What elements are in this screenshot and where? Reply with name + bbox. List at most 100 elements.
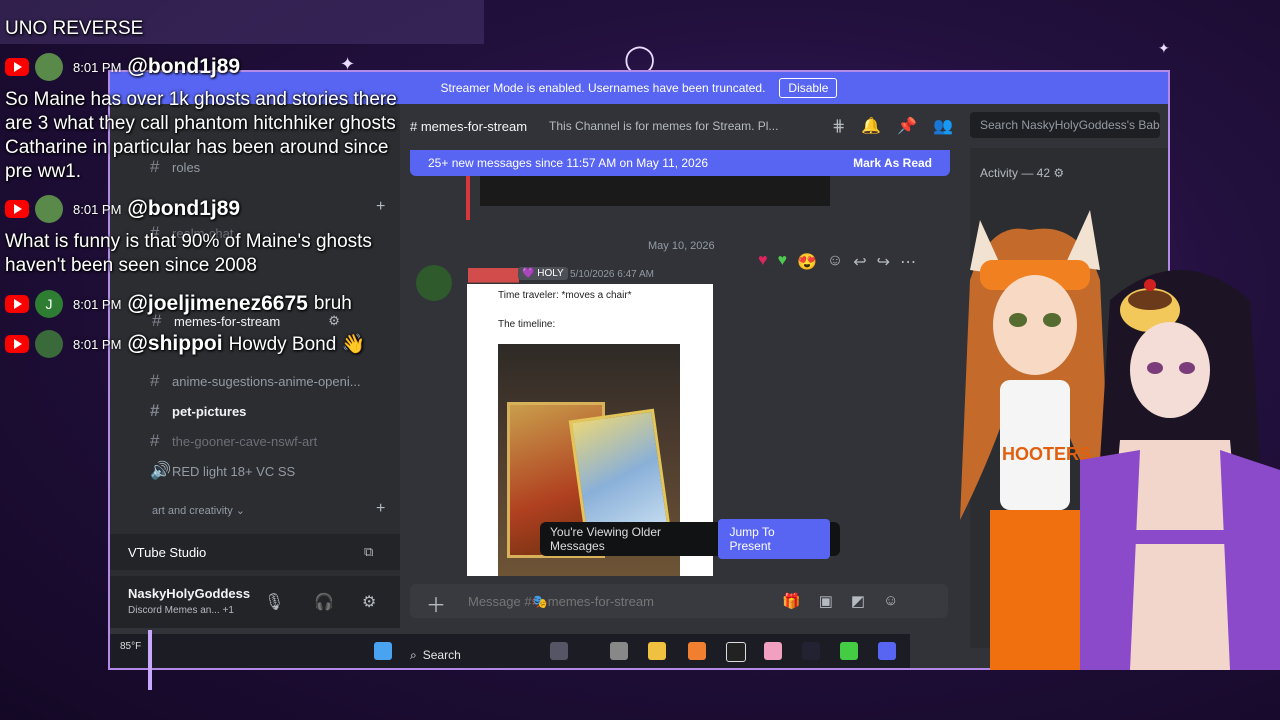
message-input[interactable]: [466, 593, 730, 610]
channel-pet-pictures[interactable]: # pet-pictures: [150, 400, 246, 422]
pin-icon[interactable]: 📌: [897, 116, 917, 136]
app-icon[interactable]: [610, 642, 628, 660]
message-actions: ♥ ♥ 😍 ☺ ↩ ↪ ⋯: [758, 252, 916, 272]
gear-icon[interactable]: ⚙: [362, 592, 376, 612]
add-channel-icon[interactable]: +: [376, 500, 385, 518]
chat-message-line: Catharine in particular has been around …: [5, 137, 389, 158]
add-reaction-icon[interactable]: ☺: [827, 252, 843, 272]
channel-label: pet-pictures: [172, 403, 247, 419]
headphones-icon[interactable]: 🎧: [314, 592, 334, 612]
streamer-mode-text: Streamer Mode is enabled. Usernames have…: [440, 81, 766, 95]
chat-username: @shippoi: [127, 332, 223, 355]
browser-icon[interactable]: [688, 642, 706, 660]
channel-label: the-gooner-cave-nswf-art: [172, 433, 318, 449]
channel-topic: This Channel is for memes for Stream. Pl…: [549, 119, 779, 133]
chat-message-header: 8:01 PM @bond1j89: [5, 195, 241, 223]
avatar: [35, 330, 63, 358]
heart-reaction-icon[interactable]: ♥: [758, 252, 768, 272]
vtube-studio-label: VTube Studio: [128, 544, 207, 560]
folder-icon[interactable]: [648, 642, 666, 660]
taskbar-search-label: Search: [422, 648, 461, 662]
taskbar-search[interactable]: ⌕ Search: [410, 645, 560, 665]
mark-as-read-button[interactable]: Mark As Read: [853, 156, 932, 170]
chat-time: 8:01 PM: [73, 296, 122, 312]
avatar: J: [35, 290, 63, 318]
chrome-icon[interactable]: [726, 642, 746, 662]
jump-to-present-button[interactable]: Jump To Present: [718, 519, 830, 559]
screen-share-icon[interactable]: ⧉: [364, 544, 373, 560]
youtube-icon: [5, 335, 29, 353]
older-messages-bar: You're Viewing Older Messages Jump To Pr…: [540, 519, 840, 559]
avatar: [35, 53, 63, 81]
composer-tools: 🎁 ▣ ◩ ☺: [782, 592, 898, 610]
vtuber-avatar-dark-hair: [1080, 270, 1280, 670]
meme-caption: Time traveler: *moves a chair*: [498, 290, 632, 301]
username: NaskyHolyGoddess: [128, 586, 251, 601]
category-art-and-creativity[interactable]: art and creativity ⌄: [152, 504, 245, 517]
windows-start-icon[interactable]: [374, 642, 392, 660]
gift-icon[interactable]: 🎁: [782, 592, 801, 610]
hash-icon: #: [150, 371, 160, 390]
avatar: [35, 195, 63, 223]
green-heart-reaction-icon[interactable]: ♥: [778, 252, 788, 272]
chat-username: @joeljimenez6675: [127, 292, 308, 315]
status-extra: +1: [222, 605, 234, 616]
reply-icon[interactable]: ↩: [853, 252, 866, 272]
vtube-studio-bar[interactable]: VTube Studio ⧉: [110, 534, 400, 570]
heart-eyes-reaction-icon[interactable]: 😍: [797, 252, 817, 272]
older-messages-text: You're Viewing Older Messages: [550, 525, 662, 553]
weather-widget[interactable]: 85°F: [120, 641, 141, 652]
chat-message-line: are 3 what they call phantom hitchhiker …: [5, 113, 396, 134]
channel-anime-suggestions[interactable]: # anime-sugestions-anime-openi...: [150, 370, 361, 392]
channel-roles[interactable]: # roles: [150, 156, 200, 178]
avatar[interactable]: [416, 265, 452, 301]
new-messages-bar[interactable]: 25+ new messages since 11:57 AM on May 1…: [410, 150, 950, 176]
app-icon[interactable]: [840, 642, 858, 660]
date-divider: May 10, 2026: [648, 240, 715, 252]
plus-icon[interactable]: ＋: [426, 589, 446, 618]
message-timestamp: 5/10/2026 6:47 AM: [570, 269, 654, 280]
voice-channel-red-light[interactable]: 🔊 RED light 18+ VC SS: [150, 460, 295, 482]
discord-icon[interactable]: [878, 642, 896, 660]
meme-caption: The timeline:: [498, 319, 556, 330]
chat-message-line: What is funny is that 90% of Maine's gho…: [5, 231, 372, 252]
bell-icon[interactable]: 🔔: [861, 116, 881, 136]
activity-header: Activity — 42 ⚙: [980, 166, 1065, 180]
app-icon[interactable]: [764, 642, 782, 660]
user-status: Discord Memes an... +1: [128, 605, 234, 616]
members-icon[interactable]: 👥: [933, 116, 953, 136]
chat-message-line: So Maine has over 1k ghosts and stories …: [5, 89, 397, 110]
chat-message-header: 8:01 PM @shippoi Howdy Bond 👋: [5, 330, 365, 358]
app-icon[interactable]: [802, 642, 820, 660]
chat-time: 8:01 PM: [73, 336, 122, 352]
chat-header-text: UNO REVERSE: [5, 18, 144, 39]
threads-icon[interactable]: ⋕: [832, 116, 845, 136]
channel-gooner-cave[interactable]: # the-gooner-cave-nswf-art: [150, 430, 317, 452]
previous-message-accent: [466, 176, 470, 220]
chat-time: 8:01 PM: [73, 201, 122, 217]
forward-icon[interactable]: ↪: [877, 252, 890, 272]
disable-streamer-mode-button[interactable]: Disable: [779, 78, 838, 98]
hash-icon: #: [150, 431, 160, 450]
youtube-icon: [5, 295, 29, 313]
sparkle-icon: ✦: [1158, 40, 1170, 56]
role-badge: 💜 HOLY: [518, 267, 568, 280]
channel-label: roles: [172, 159, 201, 175]
chat-message-line: pre ww1.: [5, 161, 82, 182]
message-author[interactable]: ██████: [468, 268, 519, 282]
gif-icon[interactable]: ▣: [819, 592, 833, 610]
add-channel-icon[interactable]: +: [376, 198, 385, 216]
microphone-icon[interactable]: 🎙: [264, 592, 284, 612]
more-icon[interactable]: ⋯: [900, 252, 916, 272]
channel-label: RED light 18+ VC SS: [172, 463, 296, 479]
activity-label: Activity — 42: [980, 166, 1051, 180]
previous-message-image[interactable]: [480, 176, 830, 206]
category-label: art and creativity: [152, 505, 233, 517]
chat-username: @bond1j89: [127, 197, 241, 220]
hash-icon: #: [150, 157, 160, 176]
chat-message-header: J 8:01 PM @joeljimenez6675 bruh: [5, 290, 352, 318]
search-input[interactable]: Search NaskyHolyGoddess's Bab...: [970, 112, 1160, 138]
sticker-icon[interactable]: ◩: [851, 592, 865, 610]
header-toolbar: ⋕ 🔔 📌 👥: [832, 116, 953, 136]
emoji-icon[interactable]: ☺: [883, 592, 898, 610]
